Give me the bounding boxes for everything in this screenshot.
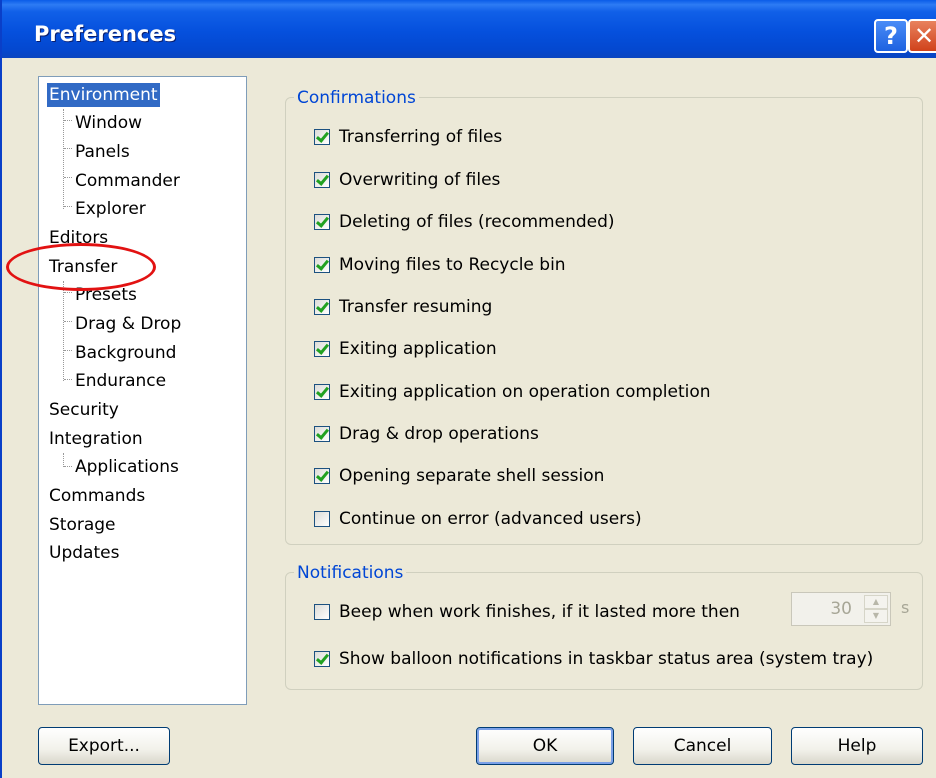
checkbox-transferring-files[interactable]: Transferring of files xyxy=(314,126,502,148)
spin-up-icon[interactable]: ▲ xyxy=(864,595,888,609)
tree-connector xyxy=(64,466,72,467)
highlight-ellipse xyxy=(6,243,156,291)
checkbox-icon[interactable] xyxy=(314,604,330,620)
preferences-window: Preferences ? ✕ Environment Window Panel… xyxy=(0,0,936,778)
checkbox-icon[interactable] xyxy=(314,129,330,145)
spin-down-icon[interactable]: ▼ xyxy=(864,609,888,623)
beep-seconds-unit: s xyxy=(901,598,910,617)
checkbox-shell-session[interactable]: Opening separate shell session xyxy=(314,465,604,487)
checkbox-continue-on-error[interactable]: Continue on error (advanced users) xyxy=(314,508,642,530)
checkbox-label: Exiting application on operation complet… xyxy=(339,382,711,402)
tree-connector xyxy=(64,321,72,322)
tree-item-endurance[interactable]: Endurance xyxy=(73,369,168,393)
checkbox-moving-recycle-bin[interactable]: Moving files to Recycle bin xyxy=(314,254,566,276)
tree-item-applications[interactable]: Applications xyxy=(73,455,181,479)
tree-item-security[interactable]: Security xyxy=(47,398,121,422)
checkbox-balloon-notifications[interactable]: Show balloon notifications in taskbar st… xyxy=(314,648,873,670)
ok-button[interactable]: OK xyxy=(476,727,614,765)
checkbox-transfer-resuming[interactable]: Transfer resuming xyxy=(314,296,492,318)
beep-seconds-spinner[interactable]: 30 ▲ ▼ xyxy=(791,592,891,626)
tree-item-environment[interactable]: Environment xyxy=(47,83,160,107)
title-bar[interactable]: Preferences ? ✕ xyxy=(2,0,936,58)
checkbox-label: Transferring of files xyxy=(339,127,503,147)
checkbox-label: Continue on error (advanced users) xyxy=(339,509,642,529)
tree-connector xyxy=(63,281,64,381)
tree-connector xyxy=(64,206,72,207)
tree-connector xyxy=(64,120,72,121)
checkbox-drag-drop-operations[interactable]: Drag & drop operations xyxy=(314,423,539,445)
spinner-buttons: ▲ ▼ xyxy=(864,595,888,623)
checkbox-beep[interactable]: Beep when work finishes, if it lasted mo… xyxy=(314,601,740,623)
checkbox-label: Drag & drop operations xyxy=(339,424,539,444)
help-icon: ? xyxy=(884,22,898,50)
checkbox-label: Moving files to Recycle bin xyxy=(339,255,566,275)
tree-connector xyxy=(63,453,64,467)
cancel-button[interactable]: Cancel xyxy=(633,727,772,765)
tree-item-background[interactable]: Background xyxy=(73,341,178,365)
tree-item-explorer[interactable]: Explorer xyxy=(73,197,148,221)
checkbox-icon[interactable] xyxy=(314,341,330,357)
confirmations-group-label: Confirmations xyxy=(294,88,419,108)
tree-item-commander[interactable]: Commander xyxy=(73,169,182,193)
tree-item-panels[interactable]: Panels xyxy=(73,140,132,164)
checkbox-icon[interactable] xyxy=(314,299,330,315)
checkbox-label: Overwriting of files xyxy=(339,170,501,190)
checkbox-exiting-on-completion[interactable]: Exiting application on operation complet… xyxy=(314,381,711,403)
help-title-button[interactable]: ? xyxy=(874,19,908,53)
tree-connector xyxy=(64,148,72,149)
tree-item-integration[interactable]: Integration xyxy=(47,427,145,451)
checkbox-icon[interactable] xyxy=(314,384,330,400)
tree-connector xyxy=(64,177,72,178)
close-button[interactable]: ✕ xyxy=(908,19,936,53)
checkbox-label: Exiting application xyxy=(339,339,497,359)
checkbox-icon[interactable] xyxy=(314,214,330,230)
preferences-tree[interactable]: Environment Window Panels Commander Expl… xyxy=(38,76,247,705)
tree-connector xyxy=(64,379,72,380)
tree-item-storage[interactable]: Storage xyxy=(47,513,118,537)
tree-connector xyxy=(63,109,64,209)
tree-connector xyxy=(64,350,72,351)
checkbox-label: Beep when work finishes, if it lasted mo… xyxy=(339,602,740,622)
checkbox-deleting-files[interactable]: Deleting of files (recommended) xyxy=(314,211,615,233)
notifications-group-label: Notifications xyxy=(294,563,407,583)
checkbox-overwriting-files[interactable]: Overwriting of files xyxy=(314,169,500,191)
checkbox-label: Transfer resuming xyxy=(339,297,493,317)
checkbox-icon[interactable] xyxy=(314,426,330,442)
notifications-group xyxy=(285,572,923,690)
tree-item-drag-drop[interactable]: Drag & Drop xyxy=(73,312,183,336)
checkbox-label: Deleting of files (recommended) xyxy=(339,212,615,232)
checkbox-icon[interactable] xyxy=(314,511,330,527)
checkbox-icon[interactable] xyxy=(314,468,330,484)
checkbox-label: Opening separate shell session xyxy=(339,466,605,486)
checkbox-exiting-application[interactable]: Exiting application xyxy=(314,338,497,360)
checkbox-icon[interactable] xyxy=(314,172,330,188)
tree-item-commands[interactable]: Commands xyxy=(47,484,147,508)
checkbox-icon[interactable] xyxy=(314,257,330,273)
close-icon: ✕ xyxy=(913,22,935,50)
checkbox-icon[interactable] xyxy=(314,651,330,667)
beep-seconds-value: 30 xyxy=(830,599,852,619)
checkbox-label: Show balloon notifications in taskbar st… xyxy=(339,649,874,669)
tree-connector xyxy=(64,292,72,293)
tree-item-updates[interactable]: Updates xyxy=(47,541,121,565)
help-button[interactable]: Help xyxy=(791,727,923,765)
window-title: Preferences xyxy=(34,22,177,46)
export-button[interactable]: Export... xyxy=(38,727,170,765)
tree-item-window[interactable]: Window xyxy=(73,111,144,135)
